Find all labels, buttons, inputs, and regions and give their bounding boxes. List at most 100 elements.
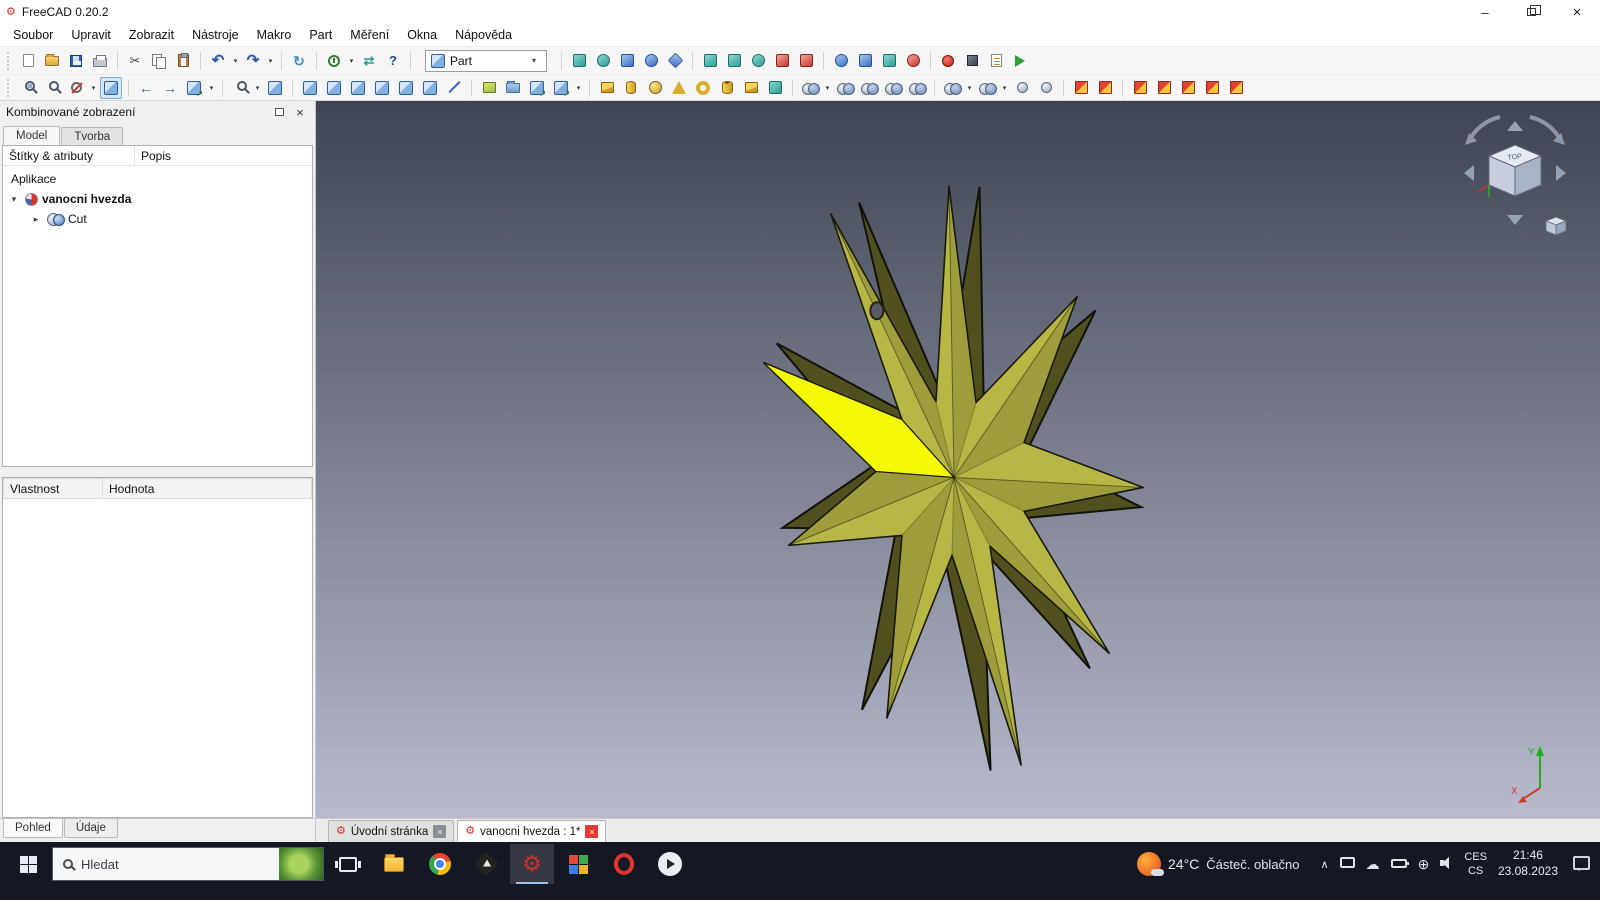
close-start-page-tab-button[interactable]: ×	[433, 825, 447, 838]
color-per-face-button[interactable]	[902, 50, 924, 72]
3d-canvas[interactable]	[316, 101, 1600, 818]
loft-button[interactable]	[723, 50, 745, 72]
part-union-button[interactable]	[882, 77, 904, 99]
view-front-button[interactable]	[299, 77, 321, 99]
tray-display-button[interactable]	[1339, 857, 1355, 871]
colored-tiles-app-button[interactable]	[556, 844, 600, 884]
mirror-button[interactable]	[616, 50, 638, 72]
part-tube-button[interactable]	[716, 77, 738, 99]
expander-closed-icon[interactable]: ▸	[29, 214, 43, 225]
part-torus-button[interactable]	[692, 77, 714, 99]
navigation-cube[interactable]: TOP	[1456, 109, 1574, 241]
tab-pohled[interactable]: Pohled	[3, 819, 63, 838]
record-macro-button[interactable]	[937, 50, 959, 72]
measure-angular-button[interactable]	[1094, 77, 1116, 99]
taskbar-clock[interactable]: 21:46 23.08.2023	[1498, 848, 1558, 879]
freecad-app-button[interactable]: ⚙	[510, 844, 554, 884]
paste-button[interactable]	[172, 50, 194, 72]
linked-view-dropdown[interactable]: ▾	[207, 77, 216, 99]
tilt-down-arrow-icon[interactable]	[1507, 215, 1523, 225]
split-objects-button[interactable]	[976, 77, 998, 99]
create-primitives-button[interactable]	[740, 77, 762, 99]
search-highlight-image[interactable]	[279, 848, 323, 880]
part-box-button[interactable]	[596, 77, 618, 99]
linked-view-button[interactable]	[183, 77, 205, 99]
rotate-right-arrow-icon[interactable]	[1556, 165, 1566, 181]
tab-start-page[interactable]: ⚙ Úvodní stránka ×	[328, 820, 455, 842]
tab-tvorba[interactable]: Tvorba	[61, 127, 124, 145]
workbench-selector[interactable]: Part ▾	[425, 49, 547, 72]
cut-button[interactable]: ✂	[124, 50, 146, 72]
view-rear-button[interactable]	[371, 77, 393, 99]
redo-dropdown[interactable]: ▾	[266, 50, 275, 72]
panel-close-button[interactable]: ×	[291, 104, 309, 120]
macros-dialog-button[interactable]	[985, 50, 1007, 72]
tab-udaje[interactable]: Údaje	[63, 819, 118, 838]
create-part-button[interactable]	[478, 77, 500, 99]
part-sphere-button[interactable]	[644, 77, 666, 99]
stop-macro-button[interactable]	[961, 50, 983, 72]
tray-onedrive-button[interactable]: ☁	[1366, 857, 1380, 872]
make-link-button[interactable]	[526, 77, 548, 99]
open-document-button[interactable]	[41, 50, 63, 72]
part-cone-button[interactable]	[668, 77, 690, 99]
boolean-button[interactable]	[834, 77, 856, 99]
part-common-button[interactable]	[906, 77, 928, 99]
draw-style-button[interactable]	[65, 77, 87, 99]
mini-cube-icon[interactable]	[1544, 216, 1568, 236]
action-center-button[interactable]	[1569, 855, 1590, 873]
macro-stopwatch-button[interactable]	[323, 50, 345, 72]
tilt-up-arrow-icon[interactable]	[1507, 121, 1523, 131]
view-bottom-button[interactable]	[395, 77, 417, 99]
defeaturing-button[interactable]	[1035, 77, 1057, 99]
nav-cube-body[interactable]	[1487, 144, 1543, 197]
part-cut-button[interactable]	[858, 77, 880, 99]
close-button[interactable]: ×	[1554, 0, 1600, 24]
restore-button[interactable]	[1508, 0, 1554, 24]
expander-open-icon[interactable]: ▾	[7, 194, 21, 205]
refresh-button[interactable]: ↻	[288, 50, 310, 72]
fit-selection-button[interactable]	[41, 77, 63, 99]
tray-battery-button[interactable]	[1390, 857, 1409, 871]
macro-stopwatch-dropdown[interactable]: ▾	[347, 50, 356, 72]
measure-clear-all-button[interactable]	[1153, 77, 1175, 99]
new-document-button[interactable]	[17, 50, 39, 72]
media-player-app-button[interactable]	[648, 844, 692, 884]
create-group-button[interactable]	[502, 77, 524, 99]
measure-distance-button[interactable]	[443, 77, 465, 99]
tree-item-document[interactable]: ▾ vanocni hvezda	[3, 189, 312, 209]
chamfer-button[interactable]	[664, 50, 686, 72]
rotate-ccw-arc-icon[interactable]	[1468, 115, 1501, 141]
thickness-button[interactable]	[854, 50, 876, 72]
selection-view-button[interactable]	[100, 76, 122, 99]
menu-mereni[interactable]: Měření	[341, 25, 398, 45]
update-document-button[interactable]: ⇄	[358, 50, 380, 72]
opera-app-button[interactable]	[602, 844, 646, 884]
tray-volume-button[interactable]	[1440, 856, 1453, 872]
compound-tools-button[interactable]	[799, 77, 821, 99]
measure-toggle-all-button[interactable]	[1177, 77, 1199, 99]
menu-makro[interactable]: Makro	[248, 25, 301, 45]
rotate-cw-arc-icon[interactable]	[1529, 115, 1562, 141]
compound-dropdown[interactable]: ▾	[823, 77, 832, 99]
tray-expand-button[interactable]: ∧	[1321, 857, 1329, 871]
view-left-button[interactable]	[419, 77, 441, 99]
undo-button[interactable]: ↶	[207, 50, 229, 72]
menu-part[interactable]: Part	[300, 25, 341, 45]
menu-okna[interactable]: Okna	[398, 25, 446, 45]
view-top-button[interactable]	[323, 77, 345, 99]
tab-document[interactable]: ⚙ vanocni hvezda : 1* ×	[457, 820, 607, 842]
inkscape-app-button[interactable]	[464, 844, 508, 884]
make-sub-link-button[interactable]	[550, 77, 572, 99]
model-tree[interactable]: Štítky & atributy Popis Aplikace ▾ vanoc…	[2, 145, 313, 467]
shape-builder-button[interactable]	[764, 77, 786, 99]
save-document-button[interactable]	[65, 50, 87, 72]
tray-network-button[interactable]: ⊕	[1418, 857, 1430, 872]
sweep-button[interactable]	[747, 50, 769, 72]
check-geometry-button[interactable]	[1011, 77, 1033, 99]
chrome-app-button[interactable]	[418, 844, 462, 884]
menu-nastroje[interactable]: Nástroje	[183, 25, 248, 45]
panel-float-button[interactable]	[270, 104, 288, 120]
fit-all-button[interactable]	[17, 77, 39, 99]
nav-back-button[interactable]: ←	[135, 77, 157, 99]
